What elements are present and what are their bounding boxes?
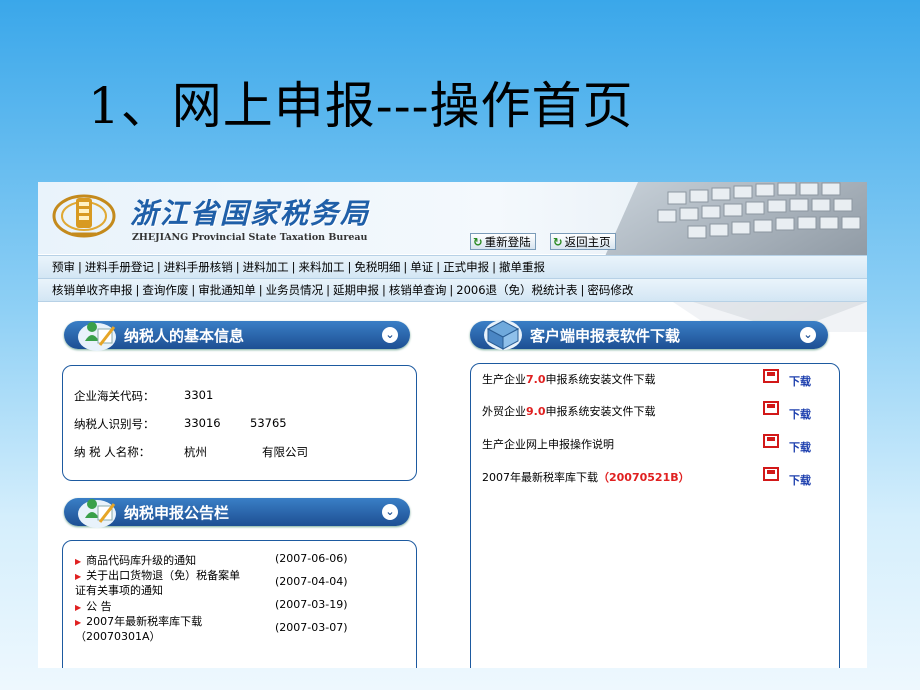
bulletin-item-continued[interactable]: 证有关事项的通知 xyxy=(75,582,163,598)
bulletin-item[interactable]: ▶ 公 告 xyxy=(75,598,112,614)
tax-emblem-icon xyxy=(52,194,116,238)
nav1-item[interactable]: 单证 xyxy=(410,260,433,274)
nav-separator: | xyxy=(78,260,82,274)
bulletin-date: (2007-03-07) xyxy=(275,621,348,634)
nav-separator: | xyxy=(191,283,196,297)
download-file-icon[interactable] xyxy=(763,369,779,383)
relogin-label: 重新登陆 xyxy=(484,235,531,249)
nav2-item[interactable]: 密码修改 xyxy=(587,283,633,297)
nav1-item[interactable]: 进料加工 xyxy=(243,260,289,274)
user-edit-icon xyxy=(78,322,116,351)
collapse-arrow-icon[interactable]: ⌄ xyxy=(382,327,398,343)
nav1-item[interactable]: 撤单重报 xyxy=(499,260,545,274)
nav1-item[interactable]: 进料手册核销 xyxy=(164,260,233,274)
download-link[interactable]: 下载 xyxy=(789,406,811,422)
bulletin-item-continued[interactable]: （20070301A） xyxy=(75,628,161,644)
taxpayer-id-value-suffix: 53765 xyxy=(250,416,287,430)
nav1-item[interactable]: 来料加工 xyxy=(299,260,345,274)
bulletin-panel: ▶ 商品代码库升级的通知 (2007-06-06) ▶ 关于出口货物退（免）税备案单… xyxy=(62,540,417,668)
download-link[interactable]: 下载 xyxy=(789,439,811,455)
nav-separator: | xyxy=(135,283,140,297)
taxpayer-name-suffix: 有限公司 xyxy=(262,445,308,459)
slide-title: 1、网上申报---操作首页 xyxy=(88,77,634,135)
nav-separator: | xyxy=(235,260,240,274)
nav-separator: | xyxy=(580,283,585,297)
download-link[interactable]: 下载 xyxy=(789,472,811,488)
nav1-item[interactable]: 免税明细 xyxy=(354,260,400,274)
bullet-arrow-icon: ▶ xyxy=(75,618,82,627)
taxpayer-id-value: 33016 xyxy=(184,416,221,430)
nav2-item[interactable]: 查询作废 xyxy=(142,283,188,297)
nav1-item[interactable]: 正式申报 xyxy=(443,260,489,274)
nav-bar-secondary: 核销单收齐申报 | 查询作废 | 审批通知单 | 业务员情况 | 延期申报 | 核销单查询 | 2006… xyxy=(38,279,867,302)
bulletin-section-header: 纳税申报公告栏 ⌄ xyxy=(64,498,410,528)
nav-separator: | xyxy=(449,283,454,297)
website-screenshot: 浙江省国家税务局 ZHEJIANG Provincial State Taxat… xyxy=(38,182,867,668)
taxpayer-name-label: 纳 税 人名称： xyxy=(74,445,151,459)
bulletin-date: (2007-03-19) xyxy=(275,598,348,611)
bulletin-item[interactable]: ▶ 商品代码库升级的通知 xyxy=(75,552,196,568)
nav2-item[interactable]: 核销单查询 xyxy=(389,283,447,297)
bullet-arrow-icon: ▶ xyxy=(75,572,82,581)
nav-row-2: 核销单收齐申报 | 查询作废 | 审批通知单 | 业务员情况 | 延期申报 | 核销单查询 | 2006… xyxy=(52,282,633,298)
taxpayer-info-panel: 企业海关代码： 3301 纳税人识别号： 33016 53765 纳 税 人名称… xyxy=(62,365,417,481)
nav2-item[interactable]: 业务员情况 xyxy=(266,283,324,297)
customs-code-label: 企业海关代码： xyxy=(74,389,155,403)
nav1-item[interactable]: 进料手册登记 xyxy=(85,260,154,274)
taxpayer-name-value: 杭州 xyxy=(184,445,207,459)
nav-separator: | xyxy=(347,260,352,274)
download-item-label: 生产企业网上申报操作说明 xyxy=(482,438,614,451)
nav-separator: | xyxy=(403,260,408,274)
bulletin-section-title: 纳税申报公告栏 xyxy=(124,504,230,522)
download-item-label: 生产企业7.0申报系统安装文件下载 xyxy=(482,373,656,386)
bullet-arrow-icon: ▶ xyxy=(75,557,82,566)
download-file-icon[interactable] xyxy=(763,401,779,415)
download-file-icon[interactable] xyxy=(763,434,779,448)
collapse-arrow-icon[interactable]: ⌄ xyxy=(800,327,816,343)
bureau-name-en: ZHEJIANG Provincial State Taxation Burea… xyxy=(132,232,368,243)
customs-code-value: 3301 xyxy=(184,388,214,402)
nav1-item[interactable]: 预审 xyxy=(52,260,75,274)
downloads-panel: 生产企业7.0申报系统安装文件下载 下载 外贸企业9.0申报系统安装文件下载 下… xyxy=(470,363,840,668)
taxpayer-id-label: 纳税人识别号： xyxy=(74,417,155,431)
refresh-arrow-icon: ↻ xyxy=(473,235,483,249)
collapse-arrow-icon[interactable]: ⌄ xyxy=(382,504,398,520)
nav-separator: | xyxy=(382,283,386,297)
download-file-icon[interactable] xyxy=(763,467,779,481)
bulletin-item[interactable]: ▶ 2007年最新税率库下载 xyxy=(75,613,202,629)
download-link[interactable]: 下载 xyxy=(789,373,811,389)
taxpayer-section-title: 纳税人的基本信息 xyxy=(124,327,245,345)
user-edit-icon xyxy=(78,499,116,528)
nav-bar-primary: 预审 | 进料手册登记 | 进料手册核销 | 进料加工 | 来料加工 | 免税明细 | 单证 | 正式申报 |… xyxy=(38,255,867,279)
nav-separator: | xyxy=(436,260,441,274)
nav2-item[interactable]: 核销单收齐申报 xyxy=(52,283,133,297)
software-box-icon xyxy=(484,320,522,350)
nav2-item[interactable]: 2006退（免）税统计表 xyxy=(456,283,577,297)
nav-row-1: 预审 | 进料手册登记 | 进料手册核销 | 进料加工 | 来料加工 | 免税明细 | 单证 | 正式申报 |… xyxy=(52,259,545,275)
downloads-section-title: 客户端申报表软件下载 xyxy=(530,327,681,345)
return-arrow-icon: ↻ xyxy=(553,235,563,249)
downloads-section-header: 客户端申报表软件下载 ⌄ xyxy=(470,320,828,350)
relogin-button[interactable]: ↻ 重新登陆 xyxy=(470,233,536,250)
home-label: 返回主页 xyxy=(564,235,611,249)
nav-separator: | xyxy=(156,260,161,274)
home-button[interactable]: ↻ 返回主页 xyxy=(550,233,616,250)
taxpayer-section-header: 纳税人的基本信息 ⌄ xyxy=(64,321,410,351)
nav-separator: | xyxy=(291,260,296,274)
nav2-item[interactable]: 审批通知单 xyxy=(198,283,256,297)
bullet-arrow-icon: ▶ xyxy=(75,603,82,612)
bulletin-date: (2007-04-04) xyxy=(275,575,348,588)
nav-separator: | xyxy=(492,260,496,274)
download-item-label: 2007年最新税率库下载（20070521B） xyxy=(482,471,690,484)
nav2-item[interactable]: 延期申报 xyxy=(333,283,379,297)
bureau-name-cn: 浙江省国家税务局 xyxy=(130,197,371,230)
bulletin-item[interactable]: ▶ 关于出口货物退（免）税备案单 xyxy=(75,567,240,583)
header-banner: 浙江省国家税务局 ZHEJIANG Provincial State Taxat… xyxy=(38,182,867,332)
download-item-label: 外贸企业9.0申报系统安装文件下载 xyxy=(482,405,656,418)
nav-separator: | xyxy=(326,283,330,297)
nav-separator: | xyxy=(258,283,263,297)
bulletin-date: (2007-06-06) xyxy=(275,552,348,565)
